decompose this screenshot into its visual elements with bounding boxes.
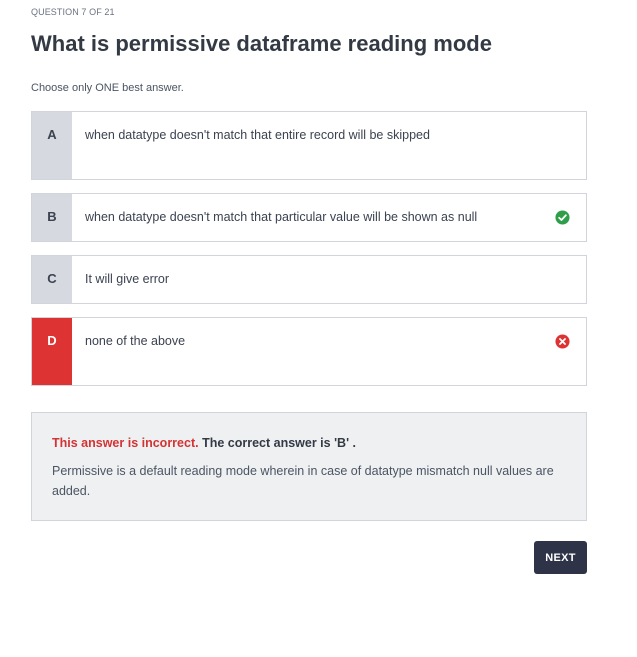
option-text: when datatype doesn't match that particu… bbox=[85, 210, 478, 224]
option-letter: A bbox=[32, 112, 72, 179]
option-letter: B bbox=[32, 194, 72, 241]
incorrect-label: This answer is incorrect. bbox=[52, 436, 199, 450]
option-letter: C bbox=[32, 256, 72, 303]
question-counter: QUESTION 7 OF 21 bbox=[31, 7, 115, 17]
next-button[interactable]: NEXT bbox=[534, 541, 587, 574]
answer-instruction: Choose only ONE best answer. bbox=[31, 82, 184, 94]
option-text: It will give error bbox=[85, 272, 170, 286]
feedback-explanation: Permissive is a default reading mode whe… bbox=[52, 464, 554, 498]
answer-option-b[interactable]: B when datatype doesn't match that parti… bbox=[31, 193, 587, 242]
feedback-panel: This answer is incorrect. The correct an… bbox=[31, 412, 587, 521]
question-title: What is permissive dataframe reading mod… bbox=[31, 31, 492, 56]
option-text: when datatype doesn't match that entire … bbox=[85, 128, 430, 142]
x-circle-icon bbox=[555, 334, 570, 349]
option-letter: D bbox=[32, 318, 72, 385]
answer-option-a[interactable]: A when datatype doesn't match that entir… bbox=[31, 111, 587, 180]
check-circle-icon bbox=[555, 210, 570, 225]
answer-option-c[interactable]: C It will give error bbox=[31, 255, 587, 304]
option-text: none of the above bbox=[85, 334, 186, 348]
feedback-result: This answer is incorrect. The correct an… bbox=[52, 436, 566, 450]
correct-answer-text: The correct answer is 'B' . bbox=[198, 436, 356, 450]
answer-option-d[interactable]: D none of the above bbox=[31, 317, 587, 386]
